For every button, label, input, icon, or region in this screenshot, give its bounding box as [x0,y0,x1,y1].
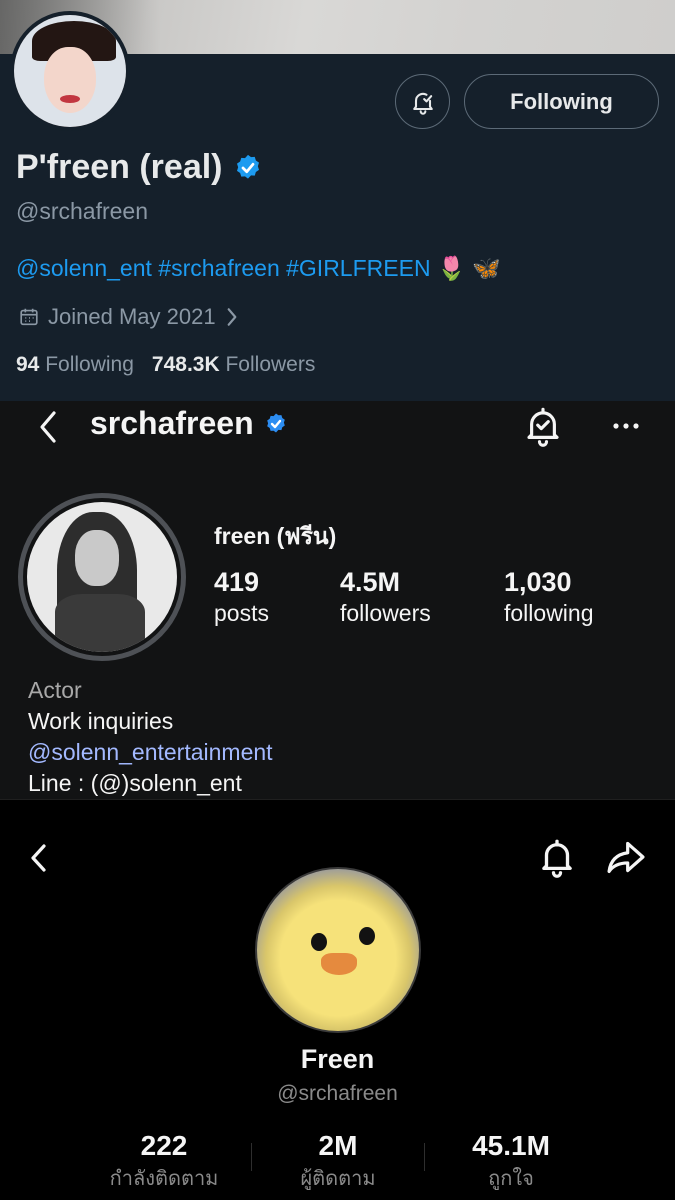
following-button[interactable]: Following [464,74,659,129]
handle: @srchafreen [277,1082,398,1105]
stat-value: 4.5M [340,567,401,597]
verified-badge-icon [266,413,285,432]
stat-label: followers [340,600,431,626]
stat-following[interactable]: 222 กำลังติดตาม [79,1130,249,1194]
bio-line: Line : (@)solenn_ent [28,770,242,796]
followers-link[interactable]: 748.3K Followers [152,353,315,377]
bell-check-icon[interactable] [522,405,564,447]
username-header: srchafreen [90,405,288,442]
bio[interactable]: @solenn_ent #srchafreen #GIRLFREEN 🌷 🦋 [16,255,501,282]
stat-posts[interactable]: 419 posts [214,567,269,627]
verified-badge-icon [236,154,259,179]
divider [424,1143,425,1171]
avatar[interactable] [18,493,186,661]
stat-followers[interactable]: 2M ผู้ติดตาม [253,1130,423,1194]
joined-text: Joined May 2021 [48,304,216,329]
bell-check-icon [412,92,433,115]
tiktok-profile: Freen @srchafreen 222 กำลังติดตาม 2M ผู้… [0,799,675,1200]
stat-label: ผู้ติดตาม [300,1168,376,1190]
stat-value: 45.1M [472,1130,550,1161]
username: srchafreen [90,405,254,441]
bio-category: Actor [28,677,82,703]
display-name: P'freen (real) [16,148,223,186]
handle: @srchafreen [16,198,149,224]
stat-value: 419 [214,567,260,597]
stat-label: posts [214,600,269,626]
share-icon[interactable] [604,836,648,878]
stat-value: 1,030 [504,567,572,597]
bell-icon[interactable] [536,836,578,878]
stat-value: 222 [140,1130,188,1161]
avatar[interactable] [10,11,130,131]
bio-mention-link[interactable]: @solenn_entertainment [28,737,273,768]
back-chevron-icon[interactable] [24,838,54,878]
chevron-right-icon [227,308,236,326]
display-name: Freen [300,1044,375,1074]
full-name: freen (ฟรีน) [214,523,337,549]
more-icon[interactable] [606,411,646,441]
twitter-profile: Following P'freen (real) @srchafreen @so… [0,0,675,401]
stat-label: ถูกใจ [488,1168,534,1190]
stat-value: 2M [318,1130,358,1161]
calendar-icon [20,308,38,326]
back-chevron-icon[interactable] [34,407,64,447]
stat-label: following [504,600,594,626]
bio: Actor Work inquiries @solenn_entertainme… [28,675,273,799]
stat-label: กำลังติดตาม [109,1168,219,1190]
divider [251,1143,252,1171]
following-link[interactable]: 94 Following [16,353,134,377]
stat-likes[interactable]: 45.1M ถูกใจ [426,1130,596,1194]
avatar[interactable] [255,867,421,1033]
instagram-profile: srchafreen freen (ฟรีน) 419 posts 4.5M f… [0,401,675,799]
display-name-row: P'freen (real) [16,148,263,187]
stat-following[interactable]: 1,030 following [504,567,594,627]
bio-line: Work inquiries [28,708,174,734]
stat-followers[interactable]: 4.5M followers [340,567,431,627]
joined-date[interactable]: Joined May 2021 [18,304,240,330]
follow-stats: 94 Following 748.3K Followers [16,353,315,377]
notifications-button[interactable] [395,74,450,129]
